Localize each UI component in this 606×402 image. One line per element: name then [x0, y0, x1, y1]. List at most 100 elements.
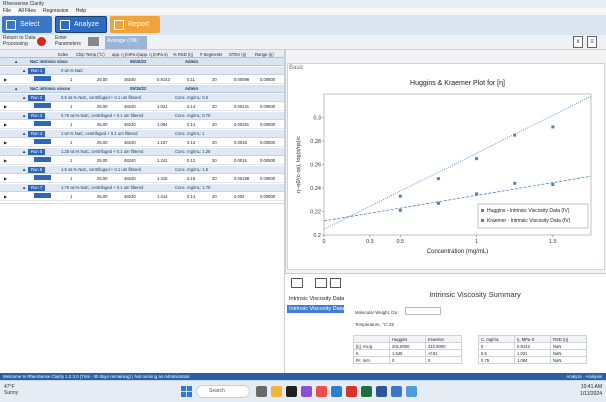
nav-intrinsic-viscosity-data-selected[interactable]: Intrinsic Viscosity Data — [287, 305, 344, 313]
table-row[interactable]: ▶ 1 25.00 48240 1.084 0.14 20 0.00151 0.00500 — [0, 121, 285, 129]
table-row[interactable]: ▶ 1 25.00 48240 1.414 0.14 20 0.002 0.00600 — [0, 193, 285, 201]
status-mode: Analyze · Analysis — [566, 374, 602, 379]
cell-viscosity: 0.9143 — [157, 77, 170, 82]
average-button[interactable]: Average ⟨ON⟩ — [105, 36, 147, 49]
column-header[interactable]: STDV (η) — [229, 52, 246, 57]
table-cell: 0 — [478, 342, 515, 350]
export-excel-icon[interactable]: x — [573, 36, 583, 48]
terminal-icon[interactable] — [286, 386, 297, 397]
column-header[interactable]: Chip Temp (°C) — [76, 52, 105, 57]
y-tick-label: 0.28 — [310, 139, 321, 145]
folder-icon[interactable] — [315, 278, 327, 288]
cell-temp: 25.00 — [97, 158, 108, 163]
clock-time: 10:41 AM — [580, 384, 602, 390]
run-row[interactable]: ▲ Run 4 1 wt.% NaC, centrifuged + 0.1 um f… — [0, 130, 285, 138]
huggins-kraemer-table: Huggins Kraemer [η], mL/g 201.8000 210.8000 K… — [353, 335, 462, 364]
run-row[interactable]: ▲ Run 5 1.25 wt.% NaC, centrifuged + 0.1 u… — [0, 148, 285, 156]
enter-parameters-button[interactable]: Enter Parameters — [55, 35, 85, 49]
system-tray[interactable]: 10:41 AM 1/11/2024 — [580, 384, 602, 398]
table-row[interactable]: ▶ 1 25.00 48240 1.315 0.16 20 0.00198 0.00600 — [0, 175, 285, 183]
edge-icon[interactable] — [331, 386, 342, 397]
row-color-swatch — [34, 157, 51, 162]
export-file-icon[interactable]: ≡ — [587, 36, 597, 48]
cell-segments: 20 — [212, 158, 217, 163]
basic-tab[interactable]: Basic — [287, 63, 347, 73]
table-cell: K — [353, 349, 390, 357]
cell-stdv: 0.00198 — [234, 176, 250, 181]
task-view-icon[interactable] — [256, 386, 267, 397]
chrome-icon[interactable] — [316, 386, 327, 397]
table-row[interactable]: ▶ 1 25.00 48240 1.157 0.13 20 0.0015 0.00500 — [0, 139, 285, 147]
chart-view-icon[interactable] — [291, 278, 303, 288]
cell-index: 1 — [70, 158, 73, 163]
column-header[interactable]: Range (η) — [255, 52, 274, 57]
table-row: R², mm 0 0 — [353, 356, 462, 364]
table-cell: 201.8000 — [389, 342, 426, 350]
data-point — [513, 181, 517, 185]
molecular-weight-input[interactable] — [405, 307, 441, 315]
table-row[interactable]: ▶ 1 25.00 48240 0.9143 0.11 20 0.00098 0.00600 — [0, 76, 285, 84]
table-row[interactable]: ▶ 1 25.00 48240 1.021 0.14 20 0.00141 0.00500 — [0, 103, 285, 111]
mail-icon[interactable] — [406, 386, 417, 397]
save-icon[interactable] — [330, 278, 341, 288]
data-point — [436, 177, 440, 181]
run-row[interactable]: ▲ Run 6 1.5 wt.% NaC, centrifuged + 0.1 um… — [0, 166, 285, 174]
menu-file[interactable]: File — [3, 8, 11, 14]
windows-start-icon[interactable] — [181, 386, 192, 397]
column-header[interactable]: % RSD (η) — [173, 52, 193, 57]
y-tick-label: 0.2 — [313, 233, 321, 239]
run-row[interactable]: ▲ Run 2 0.5 wt.% NaC, centrifuged + 0.1 um… — [0, 94, 285, 102]
chart-title: Huggins & Kraemer Plot for [η] — [410, 80, 505, 87]
cell-range: 0.00500 — [260, 158, 276, 163]
rheosense-icon[interactable] — [391, 386, 402, 397]
acrobat-icon[interactable] — [346, 386, 357, 397]
huggins-kraemer-chart: Huggins & Kraemer Plot for [η] 0.2 0.22 0.2… — [296, 80, 592, 255]
table-cell: 210.8000 — [425, 342, 462, 350]
taskbar-search[interactable]: Search — [196, 385, 250, 398]
app-icon[interactable] — [301, 386, 312, 397]
y-tick-label: 0.26 — [310, 163, 321, 169]
table-cell: 1.084 — [514, 356, 551, 364]
row-color-swatch — [34, 175, 51, 180]
report-button[interactable]: Report — [110, 16, 160, 33]
analyze-button[interactable]: Analyze — [55, 16, 107, 33]
run-row[interactable]: ▲ Run 1 0 wt.% NaC — [0, 67, 285, 75]
row-indicator: ▶ — [4, 194, 8, 199]
table-cell: 1.545 — [389, 349, 426, 357]
menu-regression[interactable]: Regression — [43, 8, 68, 14]
cell-segments: 20 — [212, 77, 217, 82]
column-header[interactable]: Index — [58, 52, 68, 57]
group-row[interactable]: ▲ NaC intrinsic visco 05/15/22 Admin — [0, 58, 285, 66]
run-row[interactable]: ▲ Run 7 1.75 wt.% NaC, centrifuged + 0.1 u… — [0, 184, 285, 192]
select-button[interactable]: Select — [2, 16, 52, 33]
summary-toolbar — [285, 278, 345, 290]
table-cell: 0.9143 — [514, 342, 551, 350]
file-explorer-icon[interactable] — [271, 386, 282, 397]
row-indicator: ▶ — [4, 140, 8, 145]
run-badge: Run 1 — [28, 68, 46, 74]
stop-icon[interactable] — [37, 37, 46, 46]
run-row[interactable]: ▲ Run 3 0.75 wt.% NaC, centrifuged + 0.1 u… — [0, 112, 285, 120]
column-header[interactable]: app. η (mPa·s) — [140, 52, 168, 57]
cell-value: 48240 — [124, 176, 136, 181]
word-icon[interactable] — [376, 386, 387, 397]
report-icon — [114, 19, 124, 30]
return-to-data-processing-button[interactable]: Return to Data Processing — [3, 35, 37, 49]
excel-icon[interactable] — [361, 386, 372, 397]
data-point — [475, 157, 479, 161]
column-header[interactable]: app. η (mPa·s) — [112, 52, 140, 57]
cell-temp: 25.00 — [97, 77, 108, 82]
chart-icon[interactable] — [88, 37, 99, 46]
x-tick-label: 1 — [475, 239, 478, 245]
weather-widget[interactable]: 47°F Sunny — [4, 384, 18, 396]
cell-rsd: 0.14 — [187, 104, 196, 109]
menu-all-files[interactable]: All Files — [18, 8, 36, 14]
group-row[interactable]: ▲ NaC intrinsic viscos 05/15/22 Admin — [0, 85, 285, 93]
nav-intrinsic-viscosity-data[interactable]: Intrinsic Viscosity Data — [287, 295, 344, 303]
table-row[interactable]: ▶ 1 25.00 48240 1.241 0.12 20 0.0015 0.00500 — [0, 157, 285, 165]
column-header[interactable]: # Segments — [200, 52, 222, 57]
table-cell: NaN — [550, 349, 587, 357]
run-badge: Run 6 — [28, 167, 46, 173]
cell-rsd: 0.12 — [187, 158, 196, 163]
menu-help[interactable]: Help — [76, 8, 86, 14]
